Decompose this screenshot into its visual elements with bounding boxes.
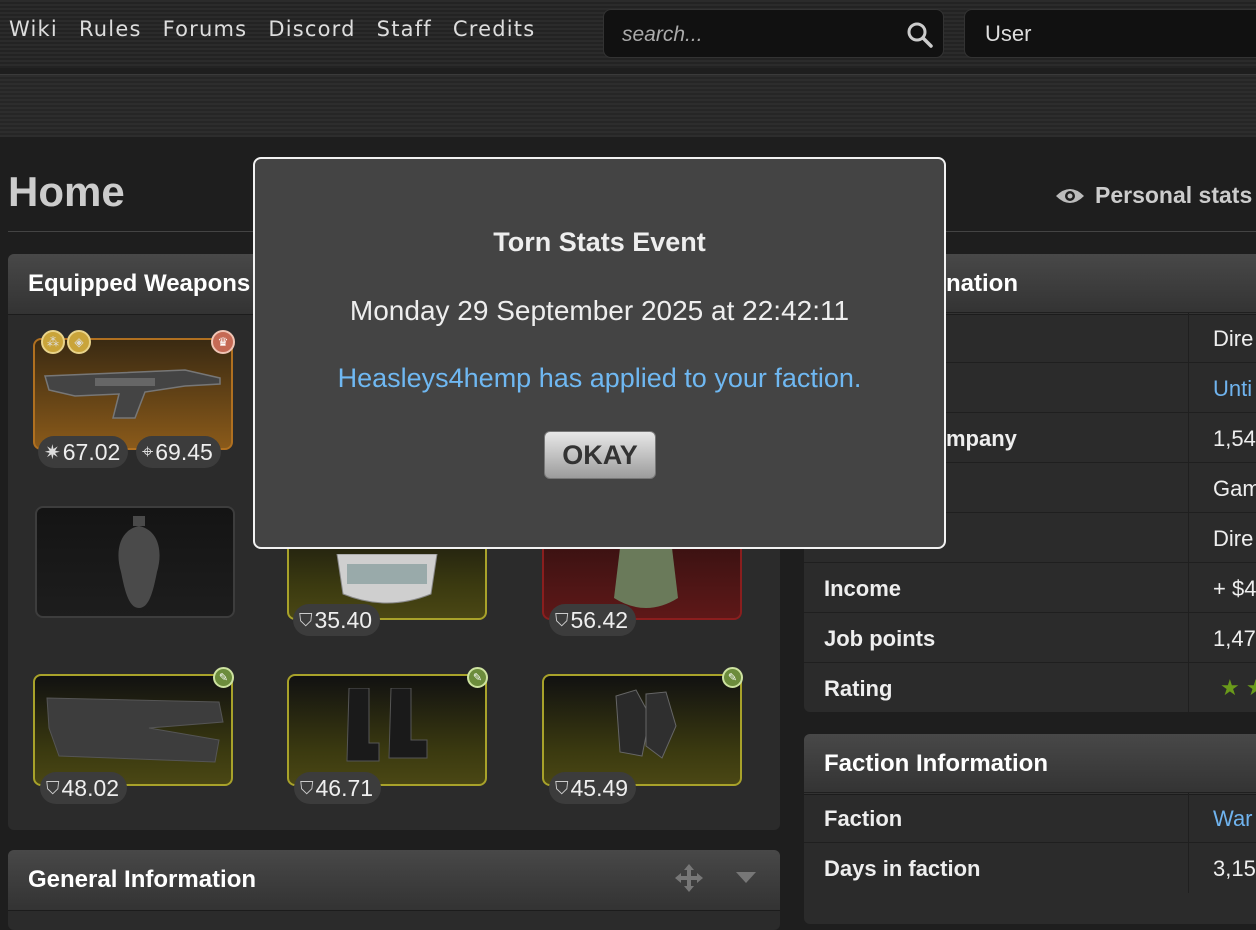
search-box <box>603 9 944 58</box>
event-modal: Torn Stats Event Monday 29 September 202… <box>253 157 946 549</box>
modal-title: Torn Stats Event <box>493 227 706 257</box>
accuracy-stat: ⌖ 69.45 <box>136 436 221 468</box>
panel-title: General Information <box>28 866 257 893</box>
mod-icon[interactable]: ✎ <box>467 667 488 688</box>
faction-information-panel: Faction Information Faction War Days in f… <box>804 734 1256 924</box>
damage-icon: ✷ <box>44 441 61 464</box>
panel-header[interactable]: General Information <box>8 850 780 911</box>
shield-icon: ⛉ <box>555 609 569 630</box>
panel-title: Equipped Weapons <box>28 270 251 297</box>
primary-weapon-slot[interactable]: ⁂ ◈ ♛ <box>33 330 235 450</box>
panel-title: nation <box>946 270 1018 297</box>
search-input[interactable] <box>620 20 894 50</box>
faction-row: Faction War <box>804 792 1256 843</box>
search-icon[interactable] <box>906 21 934 49</box>
chevron-down-icon[interactable] <box>736 872 756 884</box>
mod-icon[interactable]: ✎ <box>722 667 743 688</box>
pants-slot[interactable]: ✎ <box>33 667 234 786</box>
modal-date: Monday 29 September 2025 at 22:42:11 <box>349 295 850 326</box>
modal-message[interactable]: Heasleys4hemp has applied to your factio… <box>255 363 944 394</box>
boots-image <box>346 688 428 762</box>
nav-credits[interactable]: Credits <box>453 17 536 41</box>
bonus-icon-2[interactable]: ◈ <box>67 330 91 354</box>
bonus-icon-1[interactable]: ⁂ <box>41 330 65 354</box>
damage-stat: ✷ 67.02 <box>38 436 129 468</box>
general-information-panel: General Information <box>8 850 780 930</box>
boots-slot[interactable]: ✎ <box>287 667 488 786</box>
shield-icon: ⛉ <box>46 777 60 798</box>
panel-title: Faction Information <box>824 750 1048 777</box>
personal-stats-link[interactable]: Personal stats <box>1055 182 1252 209</box>
armor-stat: ⛉ 45.49 <box>549 772 637 804</box>
nav-discord[interactable]: Discord <box>268 17 355 41</box>
nav-rules[interactable]: Rules <box>79 17 142 41</box>
top-navigation-bar: Wiki Rules Forums Discord Staff Credits … <box>0 0 1256 68</box>
job-points-row: Job points 1,47 <box>804 612 1256 663</box>
move-icon[interactable] <box>674 863 704 893</box>
accuracy-icon: ⌖ <box>142 440 154 463</box>
user-dropdown[interactable]: User <box>964 9 1256 58</box>
eye-icon <box>1056 188 1084 203</box>
mod-icon[interactable]: ✎ <box>213 667 234 688</box>
panel-header[interactable]: Faction Information <box>804 734 1256 795</box>
gloves-slot[interactable]: ✎ <box>542 667 743 786</box>
shield-icon: ⛉ <box>555 777 569 798</box>
armor-stat: ⛉ 46.71 <box>294 772 382 804</box>
temporary-weapon-slot[interactable] <box>35 506 235 618</box>
rating-row: Rating ★ ★ <box>804 662 1256 712</box>
faction-link[interactable]: War <box>1213 806 1253 832</box>
shield-icon: ⛉ <box>300 777 314 798</box>
smg-image <box>44 369 221 419</box>
nav-wiki[interactable]: Wiki <box>9 17 58 41</box>
banner <box>0 74 1256 137</box>
pants-image <box>46 697 224 763</box>
main-nav: Wiki Rules Forums Discord Staff Credits <box>9 17 556 41</box>
user-label: User <box>985 21 1032 46</box>
grenade-icon <box>118 516 160 608</box>
armor-stat: ⛉ 48.02 <box>40 772 128 804</box>
shield-icon: ⛉ <box>299 609 313 630</box>
armor-stat: ⛉ 56.42 <box>549 604 637 636</box>
income-row: Income + $4 <box>804 562 1256 613</box>
crown-icon[interactable]: ♛ <box>211 330 235 354</box>
nav-staff[interactable]: Staff <box>377 17 432 41</box>
star-icon: ★ ★ <box>1220 675 1256 700</box>
armor-stat: ⛉ 35.40 <box>293 604 381 636</box>
days-in-faction-row: Days in faction 3,15 <box>804 842 1256 893</box>
nav-forums[interactable]: Forums <box>163 17 248 41</box>
okay-button[interactable]: OKAY <box>544 431 656 479</box>
personal-stats-label: Personal stats <box>1095 182 1253 208</box>
company-link[interactable]: Unti <box>1213 376 1252 402</box>
page-title: Home <box>8 168 125 215</box>
gloves-image <box>615 689 677 759</box>
